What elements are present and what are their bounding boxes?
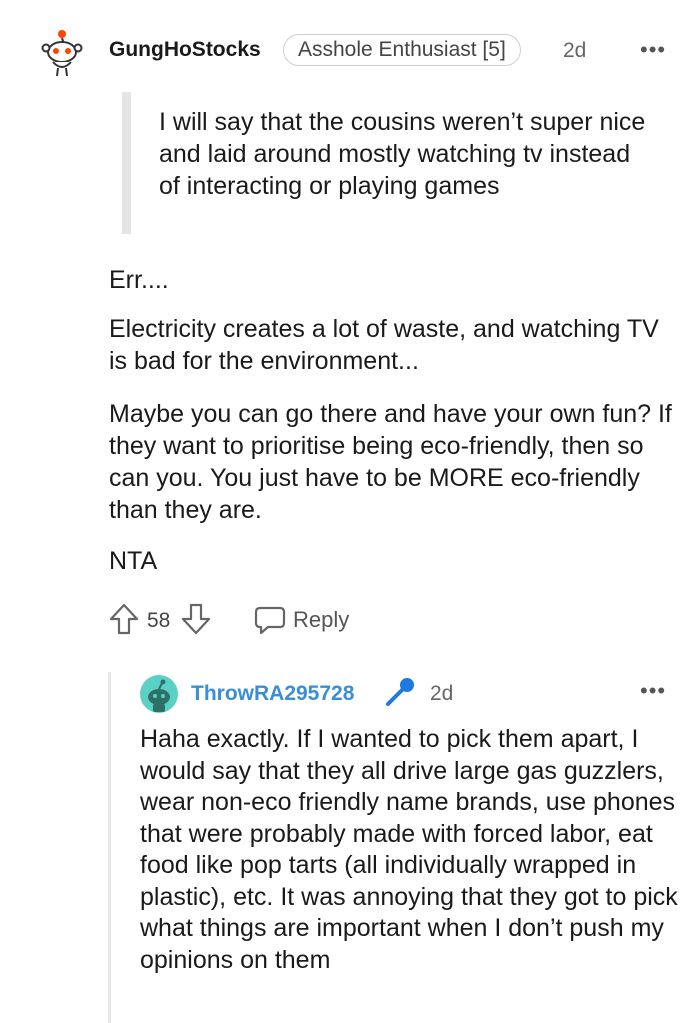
upvote-button[interactable] [108, 602, 140, 636]
comment-paragraph-2: Electricity creates a lot of waste, and … [109, 315, 659, 375]
reply-avatar[interactable] [139, 674, 179, 714]
reply-timestamp: 2d [430, 682, 454, 705]
user-flair-badge: Asshole Enthusiast [5] [283, 34, 521, 66]
speech-bubble-icon [254, 606, 286, 635]
reply-avatar-icon [140, 675, 178, 713]
comment-avatar[interactable] [36, 26, 88, 78]
vote-score: 58 [147, 609, 171, 632]
reply-body-text: Haha exactly. If I wanted to pick them a… [140, 725, 678, 974]
mic-glyph [386, 678, 414, 706]
downvote-button[interactable] [180, 602, 212, 636]
upvote-arrow-icon [109, 603, 139, 635]
comment-paragraph-4: NTA [109, 547, 158, 575]
reply-username[interactable]: ThrowRA295728 [191, 682, 354, 706]
microphone-icon [383, 675, 417, 709]
downvote-arrow-icon [181, 603, 211, 635]
blockquote-text: I will say that the cousins weren’t supe… [159, 108, 646, 200]
reply-more-options-icon[interactable]: ••• [640, 678, 666, 704]
blockquote-bar [122, 92, 131, 234]
comment-paragraph-1: Err.... [109, 266, 169, 294]
comment-timestamp: 2d [563, 39, 587, 62]
comment-paragraph-3: Maybe you can go there and have your own… [109, 400, 672, 524]
comment-username[interactable]: GungHoStocks [109, 38, 261, 62]
more-options-icon[interactable]: ••• [640, 37, 666, 63]
reply-button[interactable]: Reply [254, 603, 354, 637]
thread-line[interactable] [108, 672, 111, 1023]
snoo-avatar-icon [41, 30, 83, 77]
reply-label: Reply [293, 607, 350, 632]
